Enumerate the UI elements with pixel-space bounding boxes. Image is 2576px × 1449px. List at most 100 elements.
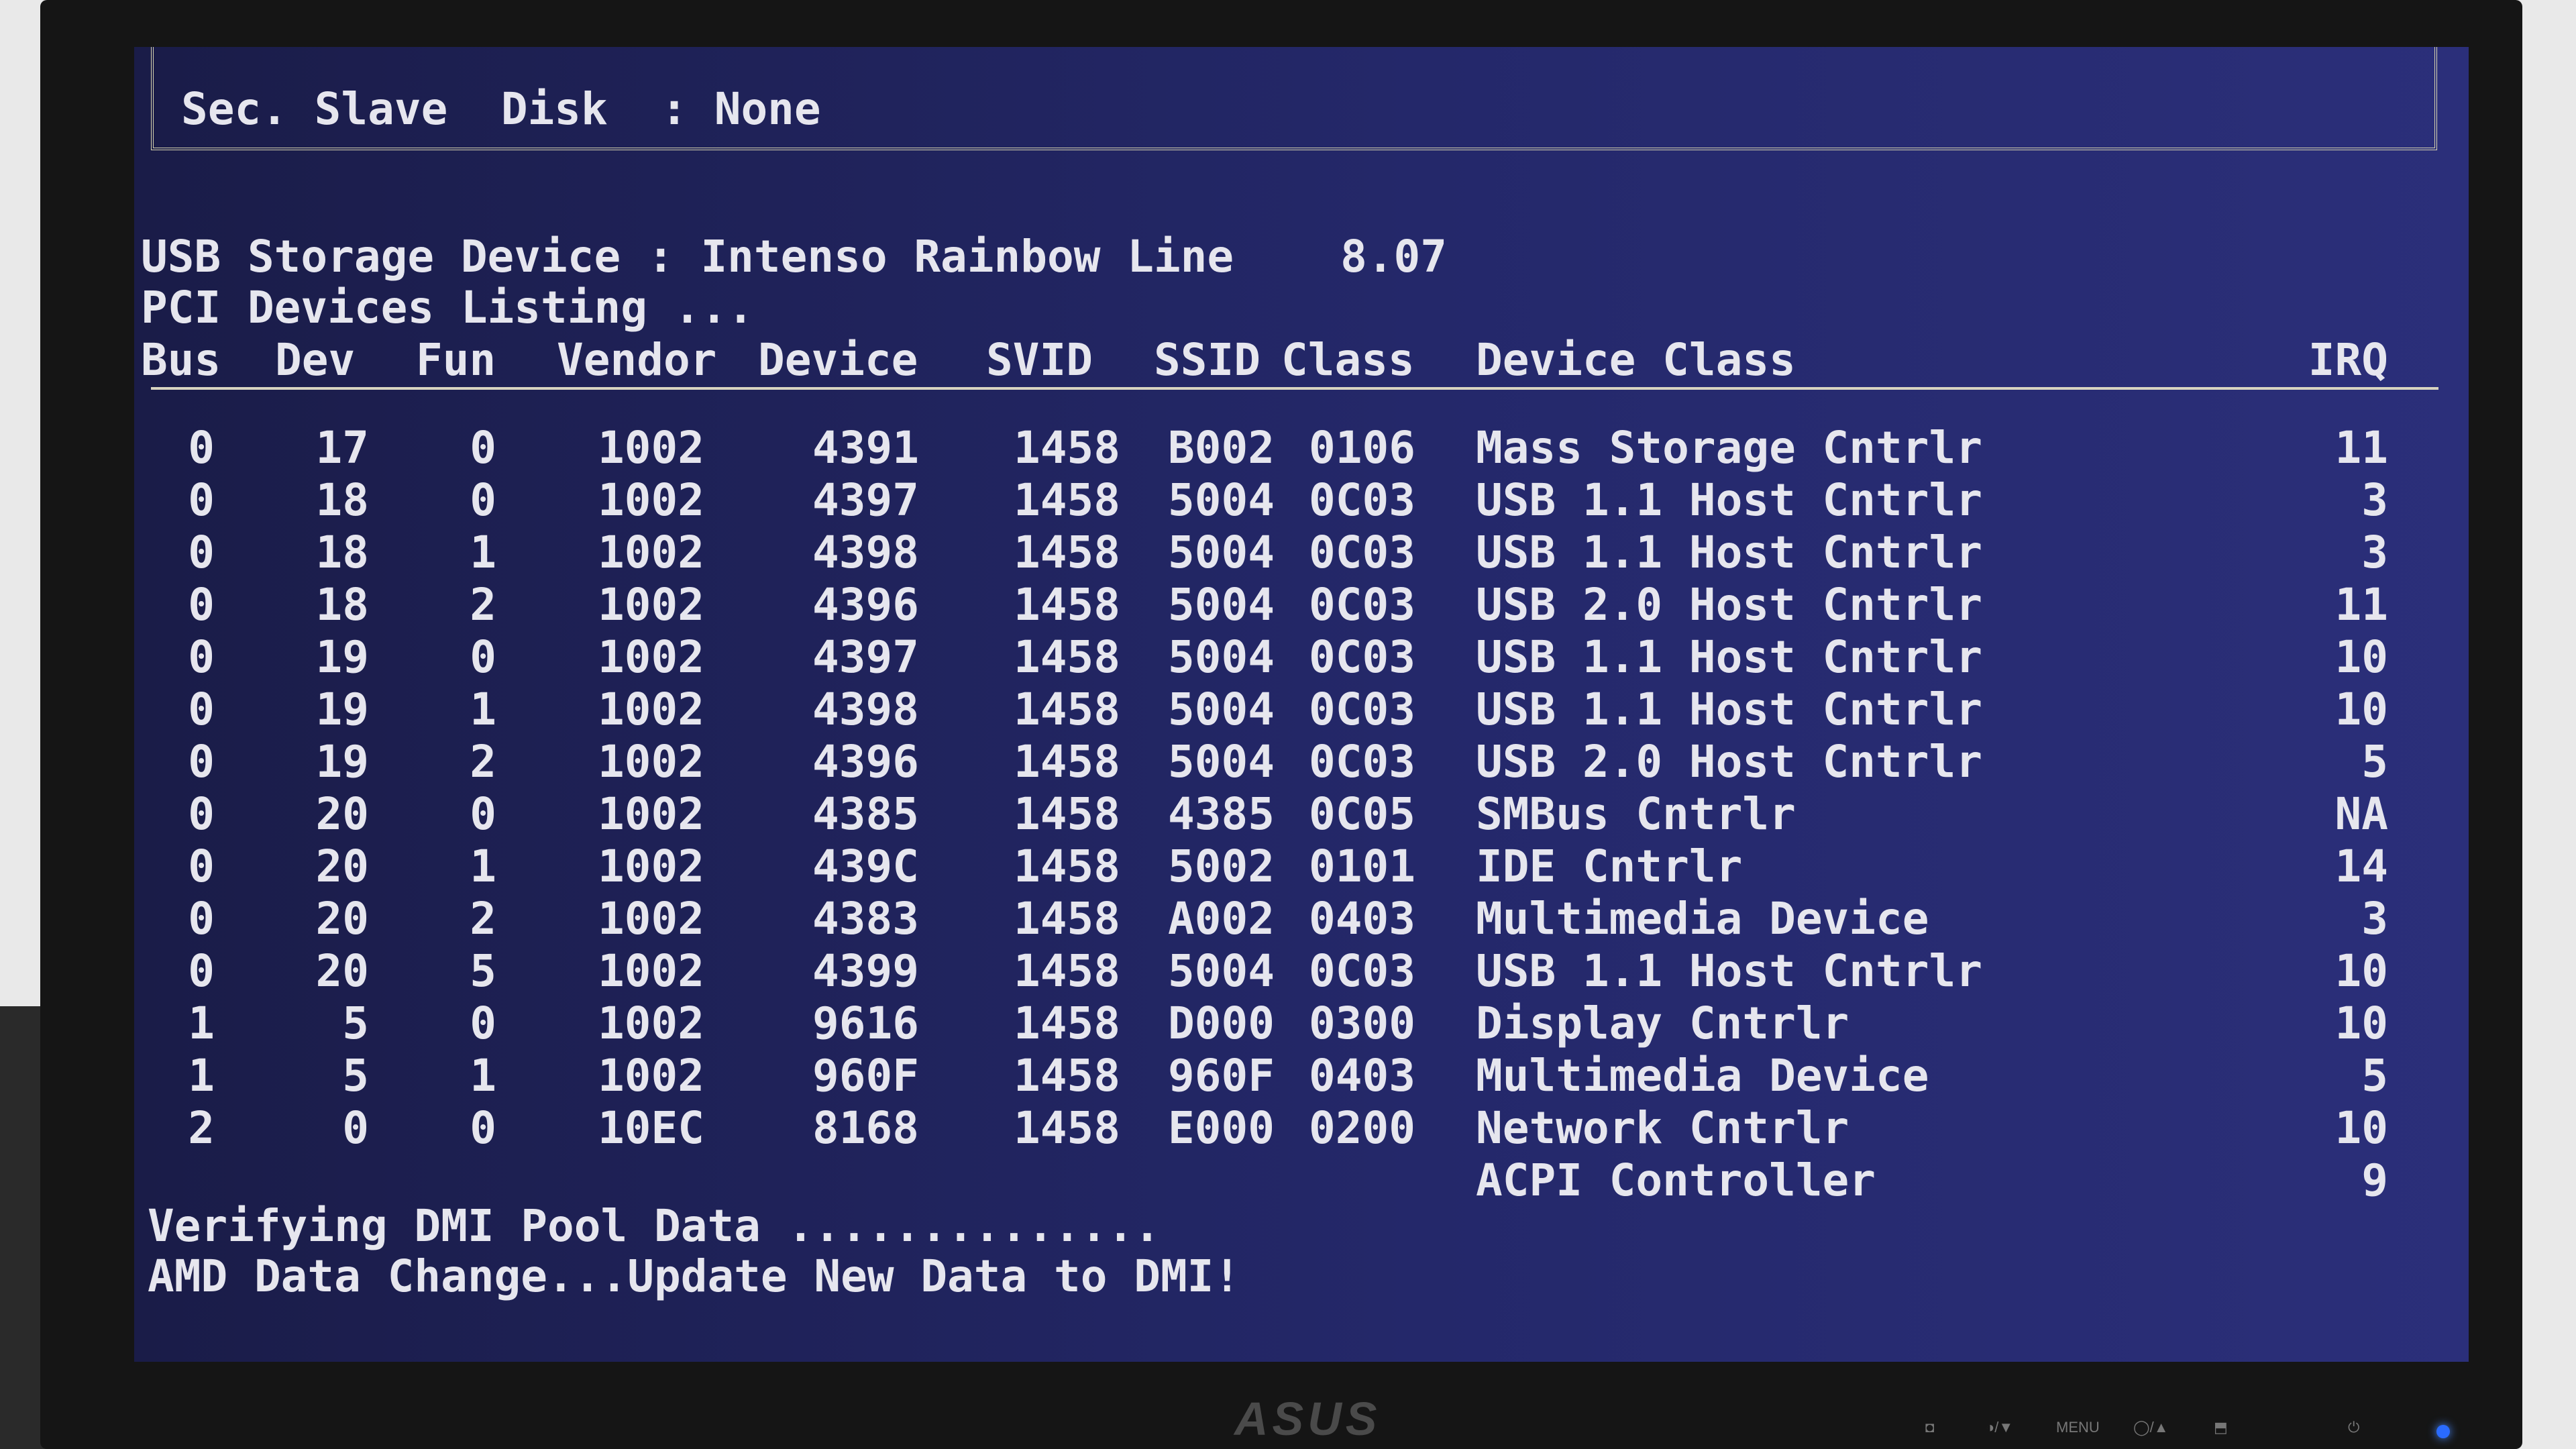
cell-vendor: 1002 — [598, 527, 704, 578]
cell-svid: 1458 — [1014, 631, 1120, 683]
cell-ssid: 5004 — [1168, 579, 1275, 631]
cell-device-class: USB 2.0 Host Cntrlr — [1476, 579, 1982, 631]
cell-vendor: 1002 — [598, 893, 704, 945]
cell-irq: 10 — [2334, 684, 2388, 735]
cell-dev: 18 — [315, 474, 369, 526]
header-vendor: Vendor — [557, 334, 717, 386]
contrast-up-button[interactable]: ◯/▲ — [2133, 1419, 2169, 1436]
cell-class: 0101 — [1309, 841, 1415, 892]
cell-ssid: 5004 — [1168, 736, 1275, 788]
cell-svid: 1458 — [1014, 841, 1120, 892]
cell-svid: 1458 — [1014, 422, 1120, 474]
header-device: Device — [758, 334, 918, 386]
cell-class: 0C03 — [1309, 736, 1415, 788]
table-row: 2 0 0 10EC 8168 1458 E000 0200 Network Cntrlr 10 — [134, 1106, 2469, 1159]
cell-device: 4383 — [812, 893, 919, 945]
cell-vendor: 1002 — [598, 841, 704, 892]
cell-ssid: 5004 — [1168, 631, 1275, 683]
secondary-slave-disk-line: Sec. Slave Disk : None — [181, 83, 821, 135]
cell-device-class: USB 1.1 Host Cntrlr — [1476, 527, 1982, 578]
cell-irq: 10 — [2334, 1102, 2388, 1154]
table-row: 0 20 2 1002 4383 1458 A002 0403 Multimedia Devic… — [134, 897, 2469, 949]
cell-dev: 5 — [342, 1050, 369, 1102]
cell-device-class: SMBus Cntrlr — [1476, 788, 1796, 840]
dmi-update-line: AMD Data Change...Update New Data to DMI… — [148, 1250, 1241, 1302]
pci-listing-title: PCI Devices Listing ... — [141, 282, 754, 333]
cell-svid: 1458 — [1014, 684, 1120, 735]
cell-device: 9616 — [812, 998, 919, 1049]
cell-fun: 1 — [470, 1050, 496, 1102]
cell-class: 0403 — [1309, 1050, 1415, 1102]
header-dev: Dev — [275, 334, 356, 386]
cell-irq: 10 — [2334, 945, 2388, 997]
cell-fun: 1 — [470, 527, 496, 578]
cell-fun: 0 — [470, 788, 496, 840]
cell-bus: 0 — [188, 527, 215, 578]
cell-device: 4385 — [812, 788, 919, 840]
cell-dev: 20 — [315, 945, 369, 997]
cell-class: 0200 — [1309, 1102, 1415, 1154]
cell-svid: 1458 — [1014, 527, 1120, 578]
column-headers: Bus Dev Fun Vendor Device SVID SSID Clas… — [134, 338, 2469, 390]
cell-class: 0C03 — [1309, 945, 1415, 997]
cell-device-class: ACPI Controller — [1476, 1155, 1876, 1206]
cell-bus: 2 — [188, 1102, 215, 1154]
cell-fun: 2 — [470, 893, 496, 945]
cell-irq: 11 — [2334, 422, 2388, 474]
cell-bus: 0 — [188, 788, 215, 840]
cell-svid: 1458 — [1014, 1102, 1120, 1154]
table-row: 0 17 0 1002 4391 1458 B002 0106 Mass Storage Cnt… — [134, 426, 2469, 478]
cell-irq: 3 — [2361, 893, 2388, 945]
cell-class: 0C03 — [1309, 631, 1415, 683]
header-irq: IRQ — [2308, 334, 2388, 386]
cell-ssid: 5002 — [1168, 841, 1275, 892]
cell-bus: 1 — [188, 998, 215, 1049]
cell-device-class: USB 1.1 Host Cntrlr — [1476, 684, 1982, 735]
cell-class: 0C05 — [1309, 788, 1415, 840]
table-row: 0 20 5 1002 4399 1458 5004 0C03 USB 1.1 Host Cnt… — [134, 949, 2469, 1002]
cell-svid: 1458 — [1014, 579, 1120, 631]
input-button[interactable]: ◘ — [1925, 1419, 1934, 1436]
cell-device: 4398 — [812, 684, 919, 735]
cell-ssid: B002 — [1168, 422, 1275, 474]
cell-fun: 0 — [470, 998, 496, 1049]
cell-ssid: 5004 — [1168, 474, 1275, 526]
menu-button[interactable]: MENU — [2056, 1419, 2100, 1436]
cell-dev: 20 — [315, 893, 369, 945]
cell-device: 4398 — [812, 527, 919, 578]
header-fun: Fun — [416, 334, 496, 386]
usb-storage-line: USB Storage Device : Intenso Rainbow Lin… — [141, 231, 1448, 282]
cell-svid: 1458 — [1014, 474, 1120, 526]
cell-dev: 19 — [315, 736, 369, 788]
table-row: 0 19 0 1002 4397 1458 5004 0C03 USB 1.1 Host Cnt… — [134, 635, 2469, 688]
cell-svid: 1458 — [1014, 945, 1120, 997]
header-svid: SVID — [986, 334, 1093, 386]
power-button[interactable]: ⏻ — [2348, 1419, 2359, 1436]
table-row: 0 19 2 1002 4396 1458 5004 0C03 USB 2.0 Host Cnt… — [134, 740, 2469, 792]
cell-device: 4397 — [812, 631, 919, 683]
cell-bus: 0 — [188, 945, 215, 997]
header-separator — [151, 387, 2438, 390]
cell-vendor: 1002 — [598, 1050, 704, 1102]
cell-device-class: USB 1.1 Host Cntrlr — [1476, 945, 1982, 997]
cell-fun: 2 — [470, 579, 496, 631]
cell-bus: 0 — [188, 631, 215, 683]
table-row: 0 18 0 1002 4397 1458 5004 0C03 USB 1.1 Host Cnt… — [134, 478, 2469, 531]
header-bus: Bus — [141, 334, 221, 386]
cell-class: 0403 — [1309, 893, 1415, 945]
cell-bus: 0 — [188, 736, 215, 788]
header-device-class: Device Class — [1476, 334, 1796, 386]
table-row: 1 5 1 1002 960F 1458 960F 0403 Multimedia Device… — [134, 1054, 2469, 1106]
cell-svid: 1458 — [1014, 1050, 1120, 1102]
auto-button[interactable]: ⬒ — [2214, 1419, 2228, 1436]
cell-vendor: 1002 — [598, 945, 704, 997]
cell-fun: 0 — [470, 631, 496, 683]
cell-ssid: A002 — [1168, 893, 1275, 945]
brightness-down-button[interactable]: ◑/▼ — [1986, 1419, 2013, 1436]
cell-irq: 3 — [2361, 474, 2388, 526]
cell-bus: 0 — [188, 684, 215, 735]
cell-vendor: 1002 — [598, 422, 704, 474]
cell-ssid: D000 — [1168, 998, 1275, 1049]
cell-bus: 1 — [188, 1050, 215, 1102]
cell-fun: 0 — [470, 474, 496, 526]
